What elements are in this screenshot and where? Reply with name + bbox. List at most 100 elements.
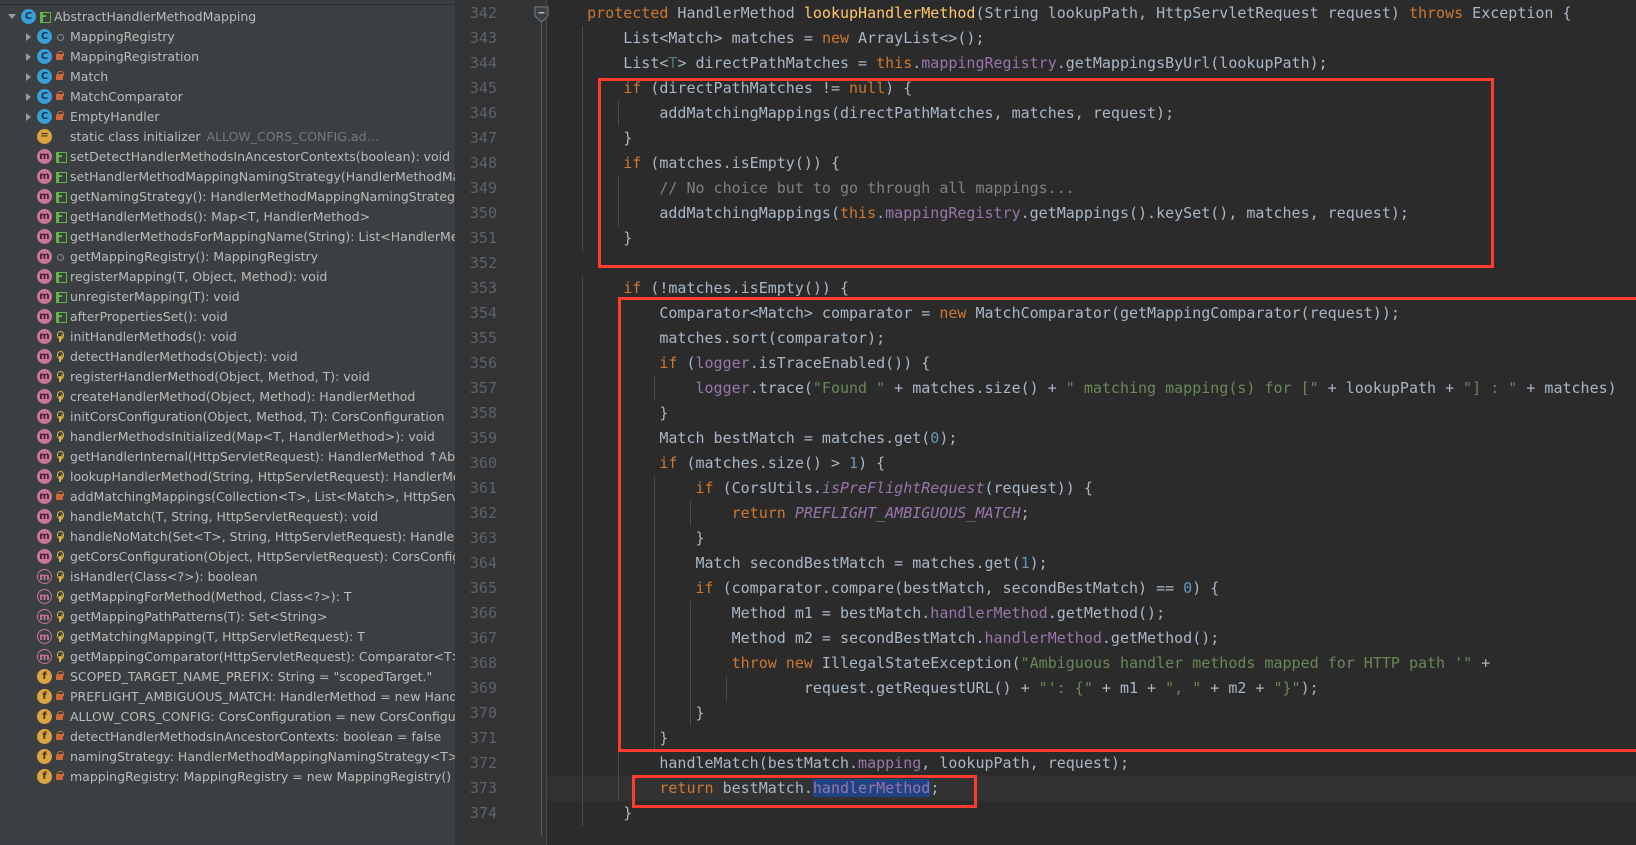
structure-tree-item[interactable]: afterPropertiesSet(): void (0, 306, 455, 326)
structure-tree-item[interactable]: handlerMethodsInitialized(Map<T, Handler… (0, 426, 455, 446)
code-line[interactable]: if (matches.isEmpty()) { (547, 151, 1636, 176)
code-token: } (551, 129, 633, 147)
code-line[interactable]: handleMatch(bestMatch.mapping, lookupPat… (547, 751, 1636, 776)
structure-tree-item[interactable]: detectHandlerMethodsInAncestorContexts: … (0, 726, 455, 746)
code-line[interactable]: return PREFLIGHT_AMBIGUOUS_MATCH; (547, 501, 1636, 526)
code-token: .getMappingsByUrl(lookupPath); (1056, 54, 1328, 72)
code-line[interactable]: List<Match> matches = new ArrayList<>(); (547, 26, 1636, 51)
code-line[interactable]: Method m2 = secondBestMatch.handlerMetho… (547, 626, 1636, 651)
code-line[interactable]: } (547, 226, 1636, 251)
structure-tree-item[interactable]: lookupHandlerMethod(String, HttpServletR… (0, 466, 455, 486)
chevron-down-icon[interactable] (6, 10, 19, 23)
structure-tree-item[interactable]: handleNoMatch(Set<T>, String, HttpServle… (0, 526, 455, 546)
chevron-right-icon[interactable] (22, 30, 35, 43)
field-icon (37, 728, 52, 744)
code-token: "Ambiguous handler methods mapped for HT… (1020, 654, 1473, 672)
code-text-area[interactable]: protected HandlerMethod lookupHandlerMet… (547, 0, 1636, 845)
structure-tree-item[interactable]: initHandlerMethods(): void (0, 326, 455, 346)
structure-tree-item[interactable]: getMatchingMapping(T, HttpServletRequest… (0, 626, 455, 646)
code-line[interactable]: List<T> directPathMatches = this.mapping… (547, 51, 1636, 76)
code-line[interactable]: } (547, 526, 1636, 551)
structure-tree-item[interactable]: addMatchingMappings(Collection<T>, List<… (0, 486, 455, 506)
code-line[interactable]: addMatchingMappings(directPathMatches, m… (547, 101, 1636, 126)
structure-tree-item[interactable]: getHandlerInternal(HttpServletRequest): … (0, 446, 455, 466)
code-line[interactable]: } (547, 126, 1636, 151)
structure-tree-item[interactable]: namingStrategy: HandlerMethodMappingNami… (0, 746, 455, 766)
structure-tree-item[interactable]: EmptyHandler (0, 106, 455, 126)
code-line[interactable]: protected HandlerMethod lookupHandlerMet… (547, 1, 1636, 26)
chevron-right-icon[interactable] (22, 70, 35, 83)
code-token: , lookupPath, request); (921, 754, 1129, 772)
structure-tree-item[interactable]: unregisterMapping(T): void (0, 286, 455, 306)
code-line[interactable]: // No choice but to go through all mappi… (547, 176, 1636, 201)
code-token: (String lookupPath, HttpServletRequest r… (975, 4, 1409, 22)
indent-guide (618, 376, 619, 401)
structure-tree-item[interactable]: registerHandlerMethod(Object, Method, T)… (0, 366, 455, 386)
code-line[interactable]: throw new IllegalStateException("Ambiguo… (547, 651, 1636, 676)
code-line[interactable]: if (CorsUtils.isPreFlightRequest(request… (547, 476, 1636, 501)
code-line[interactable]: Comparator<Match> comparator = new Match… (547, 301, 1636, 326)
code-line[interactable]: logger.trace("Found " + matches.size() +… (547, 376, 1636, 401)
method-icon (37, 488, 52, 504)
code-line[interactable] (547, 251, 1636, 276)
code-line[interactable]: Match bestMatch = matches.get(0); (547, 426, 1636, 451)
code-line[interactable]: if (matches.size() > 1) { (547, 451, 1636, 476)
code-line[interactable]: if (!matches.isEmpty()) { (547, 276, 1636, 301)
chevron-right-icon[interactable] (22, 110, 35, 123)
structure-tree-item[interactable]: setHandlerMethodMappingNamingStrategy(Ha… (0, 166, 455, 186)
protected-access-icon (54, 369, 65, 383)
line-number: 356 (469, 354, 497, 372)
structure-tree-item[interactable]: AbstractHandlerMethodMapping (0, 6, 455, 26)
structure-tree[interactable]: AbstractHandlerMethodMapping MappingRegis… (0, 6, 455, 786)
code-line[interactable]: addMatchingMappings(this.mappingRegistry… (547, 201, 1636, 226)
code-line[interactable]: request.getRequestURL() + "': {" + m1 + … (547, 676, 1636, 701)
structure-tree-item[interactable]: PREFLIGHT_AMBIGUOUS_MATCH: HandlerMethod… (0, 686, 455, 706)
structure-tree-item[interactable]: getHandlerMethodsForMappingName(String):… (0, 226, 455, 246)
structure-tool-window[interactable]: AbstractHandlerMethodMapping MappingRegis… (0, 0, 455, 845)
structure-tree-item[interactable]: createHandlerMethod(Object, Method): Han… (0, 386, 455, 406)
structure-tree-item[interactable]: getMappingPathPatterns(T): Set<String> (0, 606, 455, 626)
structure-tree-item[interactable]: mappingRegistry: MappingRegistry = new M… (0, 766, 455, 786)
code-line[interactable]: } (547, 801, 1636, 826)
structure-tree-item[interactable]: registerMapping(T, Object, Method): void (0, 266, 455, 286)
structure-tree-item[interactable]: handleMatch(T, String, HttpServletReques… (0, 506, 455, 526)
code-line[interactable]: if (comparator.compare(bestMatch, second… (547, 576, 1636, 601)
structure-tree-item[interactable]: MappingRegistry (0, 26, 455, 46)
code-token: request.getRequestURL() + (551, 679, 1039, 697)
structure-tree-item[interactable]: static class initializer ALLOW_CORS_CONFI… (0, 126, 455, 146)
code-line[interactable]: } (547, 401, 1636, 426)
structure-tree-item[interactable]: getMappingRegistry(): MappingRegistry (0, 246, 455, 266)
code-line[interactable]: Match secondBestMatch = matches.get(1); (547, 551, 1636, 576)
code-line[interactable]: if (directPathMatches != null) { (547, 76, 1636, 101)
structure-tree-item[interactable]: getMappingComparator(HttpServletRequest)… (0, 646, 455, 666)
code-line[interactable]: matches.sort(comparator); (547, 326, 1636, 351)
structure-tree-item[interactable]: setDetectHandlerMethodsInAncestorContext… (0, 146, 455, 166)
structure-item-label: MappingRegistration (70, 48, 200, 64)
structure-tree-item[interactable]: SCOPED_TARGET_NAME_PREFIX: String = "sco… (0, 666, 455, 686)
code-line[interactable]: } (547, 726, 1636, 751)
structure-tree-item[interactable]: MatchComparator (0, 86, 455, 106)
structure-tree-item[interactable]: getHandlerMethods(): Map<T, HandlerMetho… (0, 206, 455, 226)
code-line[interactable]: if (logger.isTraceEnabled()) { (547, 351, 1636, 376)
code-line[interactable]: } (547, 701, 1636, 726)
structure-tree-item[interactable]: getCorsConfiguration(Object, HttpServlet… (0, 546, 455, 566)
chevron-right-icon[interactable] (22, 90, 35, 103)
editor-gutter[interactable]: 342 343 344 345 346 347 348 349 350 351 352 353 354 3… (455, 0, 549, 845)
indent-guide (582, 201, 583, 226)
structure-tree-item[interactable]: ALLOW_CORS_CONFIG: CorsConfiguration = n… (0, 706, 455, 726)
structure-tree-item[interactable]: isHandler(Class<?>): boolean (0, 566, 455, 586)
structure-tree-item[interactable]: detectHandlerMethods(Object): void (0, 346, 455, 366)
structure-item-label: getNamingStrategy(): HandlerMethodMappin… (70, 188, 455, 204)
indent-guide (582, 701, 583, 726)
chevron-right-icon[interactable] (22, 50, 35, 63)
structure-tree-item[interactable]: initCorsConfiguration(Object, Method, T)… (0, 406, 455, 426)
structure-tree-item[interactable]: Match (0, 66, 455, 86)
structure-tree-item[interactable]: getMappingForMethod(Method, Class<?>): T (0, 586, 455, 606)
code-editor[interactable]: 342 343 344 345 346 347 348 349 350 351 352 353 354 3… (455, 0, 1636, 845)
code-line[interactable]: Method m1 = bestMatch.handlerMethod.getM… (547, 601, 1636, 626)
code-token: ) { (858, 454, 886, 472)
structure-tree-item[interactable]: MappingRegistration (0, 46, 455, 66)
code-line[interactable]: return bestMatch.handlerMethod; (547, 776, 1636, 801)
structure-tree-item[interactable]: getNamingStrategy(): HandlerMethodMappin… (0, 186, 455, 206)
